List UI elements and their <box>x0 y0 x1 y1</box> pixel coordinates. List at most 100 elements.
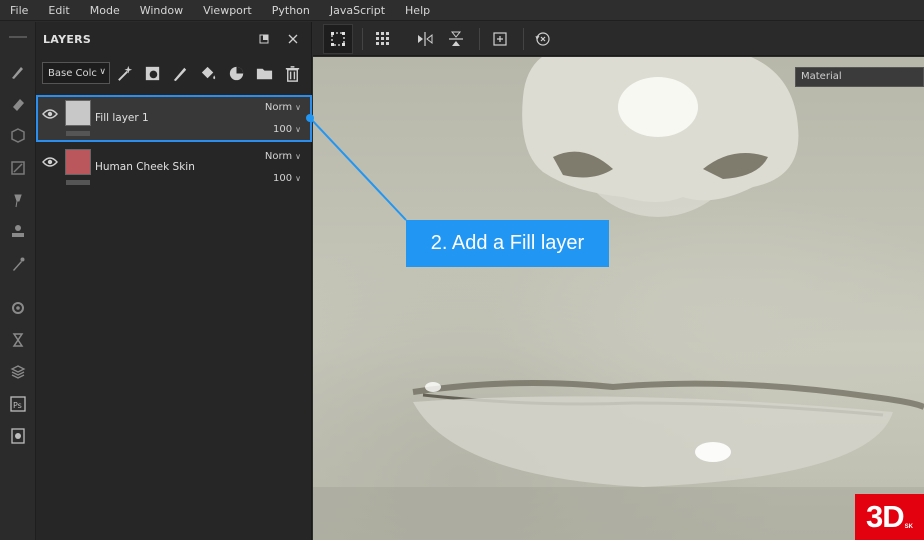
fit-view-button[interactable] <box>485 24 515 54</box>
add-mask-button[interactable] <box>138 60 166 86</box>
blend-mode-select[interactable]: Norm ∨ <box>265 102 301 113</box>
chevron-down-icon: ∨ <box>99 67 106 77</box>
menu-help[interactable]: Help <box>395 0 440 21</box>
tutorial-callout: 2. Add a Fill layer <box>406 220 609 267</box>
brand-logo: 3D SK <box>855 494 924 540</box>
eye-icon[interactable] <box>42 108 58 120</box>
menu-file[interactable]: File <box>0 0 38 21</box>
substance-icon <box>10 365 26 379</box>
layers-panel-header: LAYERS <box>36 22 311 56</box>
trash-icon <box>285 65 299 82</box>
material-view-select[interactable]: Material <box>795 67 924 87</box>
toolbar-separator <box>479 28 480 50</box>
brush-icon <box>12 67 23 79</box>
symmetry-x-button[interactable] <box>410 24 440 54</box>
grid-icon <box>376 32 389 45</box>
smudge-icon <box>14 194 22 208</box>
mask-thumbnail <box>66 131 90 136</box>
menu-viewport[interactable]: Viewport <box>193 0 262 21</box>
mask-icon <box>145 66 159 80</box>
undock-button[interactable] <box>256 31 272 47</box>
close-panel-button[interactable] <box>285 31 301 47</box>
history-tool[interactable] <box>8 330 28 350</box>
polygon-fill-icon <box>11 161 25 175</box>
channel-select[interactable]: Base Colc ∨ <box>42 62 110 84</box>
toolbar-separator <box>362 28 363 50</box>
toolbar-separator <box>523 28 524 50</box>
smudge-tool[interactable] <box>8 190 28 210</box>
app-window: File Edit Mode Window Viewport Python Ja… <box>0 0 924 540</box>
mask-thumbnail <box>66 180 90 185</box>
delete-layer-button[interactable] <box>278 60 306 86</box>
add-paint-layer-button[interactable] <box>166 60 194 86</box>
layer-thumbnail[interactable] <box>65 149 91 175</box>
undock-icon <box>259 34 269 44</box>
menu-window[interactable]: Window <box>130 0 193 21</box>
menu-edit[interactable]: Edit <box>38 0 79 21</box>
chevron-down-icon: ∨ <box>295 152 301 161</box>
clone-tool[interactable] <box>8 222 28 242</box>
eraser-tool[interactable] <box>8 94 28 114</box>
fit-view-icon <box>493 32 507 46</box>
toolstrip-grip[interactable] <box>9 36 27 38</box>
menu-javascript[interactable]: JavaScript <box>320 0 395 21</box>
selection-mode-button[interactable] <box>323 24 353 54</box>
menu-python[interactable]: Python <box>262 0 320 21</box>
chevron-down-icon: ∨ <box>295 125 301 134</box>
eye-icon[interactable] <box>42 156 58 168</box>
layer-thumbnail[interactable] <box>65 100 91 126</box>
snapshot-icon <box>11 428 25 444</box>
layer-row-human-cheek-skin[interactable]: Human Cheek Skin Norm ∨ 100 ∨ <box>36 144 312 191</box>
face-render <box>313 57 924 540</box>
opacity-field[interactable]: 100 ∨ <box>273 124 301 135</box>
mirror-horizontal-icon <box>418 32 433 46</box>
add-folder-button[interactable] <box>250 60 278 86</box>
camera-reset-button[interactable] <box>528 24 558 54</box>
color-picker-tool[interactable] <box>8 254 28 274</box>
reset-camera-icon <box>535 32 550 46</box>
add-effect-button[interactable] <box>110 60 138 86</box>
photoshop-tool[interactable]: Ps <box>8 394 28 414</box>
logo-text: 3D <box>866 499 905 534</box>
uv-tile-button[interactable] <box>369 24 399 54</box>
layer-name[interactable]: Fill layer 1 <box>95 112 149 124</box>
channel-select-value: Base Colc <box>48 67 97 79</box>
hourglass-icon <box>12 333 24 347</box>
close-icon <box>288 34 298 44</box>
add-fill-layer-button[interactable] <box>194 60 222 86</box>
chevron-down-icon: ∨ <box>295 103 301 112</box>
layers-toolbar: Base Colc ∨ <box>36 56 311 90</box>
tool-strip: Ps <box>0 22 36 540</box>
brush-icon <box>173 67 186 81</box>
polygon-fill-tool[interactable] <box>8 158 28 178</box>
photoshop-icon: Ps <box>10 396 26 412</box>
snapshot-tool[interactable] <box>8 426 28 446</box>
eraser-icon <box>13 99 24 111</box>
svg-text:Ps: Ps <box>13 401 22 410</box>
gear-icon <box>12 302 24 314</box>
opacity-field[interactable]: 100 ∨ <box>273 173 301 184</box>
logo-subtext: SK <box>904 524 913 530</box>
menu-mode[interactable]: Mode <box>80 0 130 21</box>
layers-panel: LAYERS Base Colc ∨ Fill layer 1 Norm ∨ 1… <box>36 22 312 540</box>
opacity-value: 100 <box>273 173 293 184</box>
layer-row-fill-layer-1[interactable]: Fill layer 1 Norm ∨ 100 ∨ <box>36 95 312 142</box>
panel-title: LAYERS <box>43 32 92 46</box>
viewport-toolbar <box>313 22 924 56</box>
symmetry-y-button[interactable] <box>441 24 471 54</box>
magic-wand-icon <box>117 65 132 81</box>
blend-mode-select[interactable]: Norm ∨ <box>265 151 301 162</box>
bake-tool[interactable] <box>8 298 28 318</box>
selection-icon <box>331 32 345 46</box>
smart-material-button[interactable] <box>222 60 250 86</box>
folder-icon <box>256 68 272 79</box>
projection-tool[interactable] <box>8 126 28 146</box>
substance-tool[interactable] <box>8 362 28 382</box>
3d-viewport[interactable] <box>313 57 924 540</box>
opacity-value: 100 <box>273 124 293 135</box>
paint-brush-tool[interactable] <box>8 62 28 82</box>
blend-mode-value: Norm <box>264 102 293 113</box>
mirror-vertical-icon <box>449 31 463 46</box>
layer-name[interactable]: Human Cheek Skin <box>95 161 195 173</box>
stamp-icon <box>12 225 24 237</box>
